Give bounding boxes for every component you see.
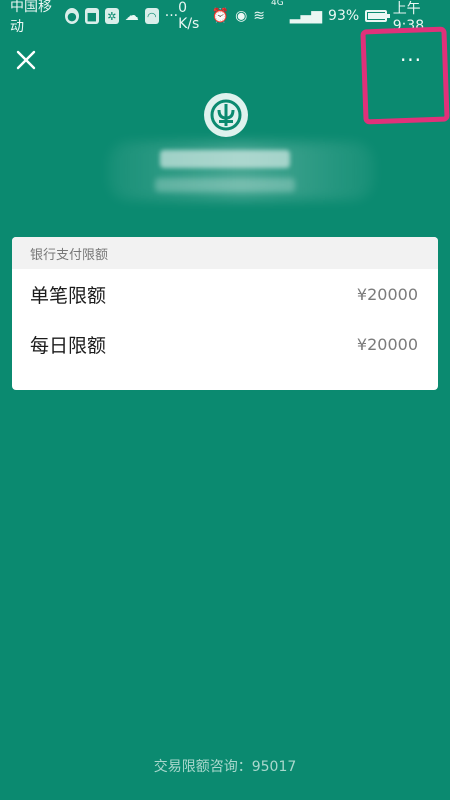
limit-row-single: 单笔限额 ¥20000 — [12, 269, 438, 319]
close-button[interactable] — [12, 46, 40, 74]
redacted-bank-name — [160, 150, 290, 168]
carrier-name: 中国移动 — [10, 0, 52, 35]
wifi-icon: ≋ — [253, 8, 266, 24]
limit-label: 单笔限额 — [30, 284, 107, 307]
network-speed: 0 K/s — [178, 0, 200, 32]
battery-icon — [365, 10, 390, 22]
limit-label: 每日限额 — [30, 334, 107, 357]
limit-inquiry-footer: 交易限额咨询：95017 — [153, 759, 297, 775]
status-left: 中国移动 ● ■ ✲ ☁ ◠ ··· — [10, 0, 178, 36]
cloud-icon: ☁ — [124, 8, 139, 24]
bank-logo — [204, 93, 248, 137]
signal-icon: ▂▄▆ — [289, 8, 323, 24]
limit-value: ¥20000 — [356, 334, 418, 354]
alarm-icon: ⏰ — [211, 8, 230, 24]
overflow-notifications: ··· — [164, 8, 179, 24]
bank-logo-icon — [210, 99, 242, 131]
payment-limits-card: 银行支付限额 单笔限额 ¥20000 每日限额 ¥20000 — [12, 237, 438, 390]
card-header: 银行支付限额 — [12, 237, 438, 269]
battery-fill — [368, 13, 387, 19]
limit-value: ¥20000 — [356, 284, 418, 304]
annotation-highlight-box — [360, 26, 450, 125]
browser-icon: ● — [64, 8, 79, 24]
app-icon: ■ — [84, 8, 99, 24]
status-bar: 中国移动 ● ■ ✲ ☁ ◠ ··· 0 K/s ⏰ ◉ ≋ 4G ▂▄▆ 93… — [0, 0, 450, 35]
rainbow-app-icon: ◠ — [144, 8, 159, 24]
redacted-card-info — [155, 178, 295, 192]
battery-percent: 93% — [328, 8, 360, 24]
eye-icon: ◉ — [235, 8, 248, 24]
limit-row-daily: 每日限额 ¥20000 — [12, 319, 438, 369]
close-icon — [16, 50, 36, 70]
gear-app-icon: ✲ — [104, 8, 119, 24]
signal-label: 4G — [271, 0, 284, 8]
